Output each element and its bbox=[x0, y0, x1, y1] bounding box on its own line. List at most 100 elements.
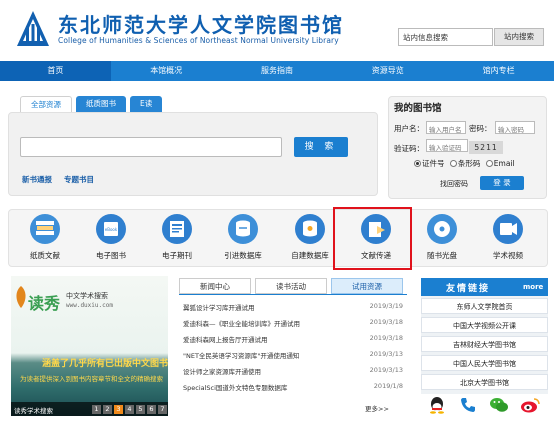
database-build-icon bbox=[295, 214, 325, 244]
library-logo-icon[interactable] bbox=[16, 10, 50, 48]
tab-trial-resources[interactable]: 试用资源 bbox=[331, 278, 403, 294]
banner-caption: 读秀学术搜索 bbox=[14, 407, 53, 415]
news-title[interactable]: 爱迪科森网上报告厅开通试用 bbox=[183, 334, 268, 347]
captcha-image[interactable]: 5211 bbox=[469, 141, 503, 154]
news-title[interactable]: SpecialSci国道外文特色专题数据库 bbox=[183, 382, 287, 395]
journal-icon bbox=[162, 214, 192, 244]
nav-guide[interactable]: 服务指南 bbox=[222, 61, 333, 81]
service-cd[interactable]: 随书光盘 bbox=[412, 214, 472, 261]
tab-e-read[interactable]: E读 bbox=[130, 96, 163, 112]
service-label: 自建数据库 bbox=[291, 251, 329, 260]
ebook-icon: eBook bbox=[96, 214, 126, 244]
service-label: 学术视频 bbox=[493, 251, 523, 260]
news-item[interactable]: 爱迪科森网上报告厅开通试用 2019/3/18 bbox=[183, 334, 403, 347]
news-date: 2019/1/8 bbox=[373, 382, 403, 390]
service-journal[interactable]: 电子期刊 bbox=[147, 214, 207, 261]
news-item[interactable]: 设计师之家资源库开通使用 2019/3/13 bbox=[183, 366, 403, 379]
radio-id-card-label: 证件号 bbox=[422, 159, 445, 168]
captcha-label: 验证码： bbox=[394, 144, 424, 153]
service-label: 随书光盘 bbox=[427, 251, 457, 260]
qq-icon[interactable] bbox=[426, 394, 448, 416]
cd-icon bbox=[427, 214, 457, 244]
password-label: 密码： bbox=[469, 124, 492, 133]
pager-dot[interactable]: 5 bbox=[136, 405, 145, 414]
friend-link[interactable]: 中国大学视频公开课 bbox=[421, 317, 548, 333]
banner-leaf-icon bbox=[16, 286, 26, 308]
nav-resources[interactable]: 资源导览 bbox=[332, 61, 443, 81]
tab-print-books[interactable]: 纸质图书 bbox=[76, 96, 126, 112]
banner-description: 为读者提供深入到图书内容章节和全文的精确搜索 bbox=[20, 375, 163, 383]
service-book-stack[interactable]: 纸质文献 bbox=[15, 214, 75, 261]
new-books-link[interactable]: 新书通报 bbox=[22, 174, 52, 185]
service-ebook[interactable]: eBook 电子图书 bbox=[81, 214, 141, 261]
username-field[interactable]: 输入用户名 bbox=[426, 121, 466, 134]
radio-id-card[interactable] bbox=[414, 160, 421, 167]
book-stack-icon bbox=[30, 214, 60, 244]
username-label: 用户名： bbox=[394, 124, 424, 133]
friend-link[interactable]: 东师人文学院首页 bbox=[421, 298, 548, 314]
banner-brand: 读秀 bbox=[28, 294, 61, 313]
phone-icon[interactable] bbox=[457, 394, 479, 416]
pager-dot[interactable]: 6 bbox=[147, 405, 156, 414]
news-item[interactable]: SpecialSci国道外文特色专题数据库 2019/1/8 bbox=[183, 382, 403, 395]
friend-links-more[interactable]: more bbox=[523, 283, 543, 291]
news-divider bbox=[179, 294, 407, 295]
search-button[interactable]: 搜 索 bbox=[294, 137, 348, 157]
svg-text:eBook: eBook bbox=[105, 227, 118, 232]
site-search-input[interactable]: 站内信息搜索 bbox=[398, 28, 493, 46]
news-date: 2019/3/18 bbox=[369, 334, 403, 342]
pager-dot[interactable]: 1 bbox=[92, 405, 101, 414]
news-item[interactable]: 翼狐设计学习库开通试用 2019/3/19 bbox=[183, 302, 403, 315]
news-title[interactable]: 翼狐设计学习库开通试用 bbox=[183, 302, 255, 315]
password-field[interactable]: 输入密码 bbox=[495, 121, 535, 134]
news-date: 2019/3/19 bbox=[369, 302, 403, 310]
news-more-link[interactable]: 更多>> bbox=[365, 403, 389, 413]
service-database-import[interactable]: 引进数据库 bbox=[213, 214, 273, 261]
pager-dot[interactable]: 7 bbox=[158, 405, 167, 414]
news-title[interactable]: "NET全民英语学习资源库"开通使用通知 bbox=[183, 350, 299, 363]
service-database-build[interactable]: 自建数据库 bbox=[280, 214, 340, 261]
nav-columns[interactable]: 馆内专栏 bbox=[443, 61, 554, 81]
highlight-box bbox=[333, 207, 412, 270]
banner-headline: 涵盖了几乎所有已出版中文图书 bbox=[42, 359, 169, 369]
video-icon bbox=[493, 214, 523, 244]
news-title[interactable]: 设计师之家资源库开通使用 bbox=[183, 366, 261, 379]
pager-dot[interactable]: 3 bbox=[114, 405, 123, 414]
main-nav: 首页 本馆概况 服务指南 资源导览 馆内专栏 bbox=[0, 61, 554, 81]
service-label: 纸质文献 bbox=[30, 251, 60, 260]
friend-link[interactable]: 吉林财经大学图书馆 bbox=[421, 336, 548, 352]
radio-email[interactable] bbox=[485, 160, 493, 167]
banner-subtitle: 中文学术搜索 bbox=[66, 292, 108, 300]
service-label: 电子图书 bbox=[96, 251, 126, 260]
captcha-field[interactable]: 输入验证码 bbox=[426, 139, 468, 152]
topic-bibliography-link[interactable]: 专题书目 bbox=[64, 174, 94, 185]
news-date: 2019/3/13 bbox=[369, 366, 403, 374]
login-button[interactable]: 登 录 bbox=[480, 176, 524, 190]
pager-dot[interactable]: 4 bbox=[125, 405, 134, 414]
news-date: 2019/3/18 bbox=[369, 318, 403, 326]
tab-news-center[interactable]: 新闻中心 bbox=[179, 278, 251, 294]
radio-barcode[interactable] bbox=[449, 160, 457, 167]
news-item[interactable]: "NET全民英语学习资源库"开通使用通知 2019/3/13 bbox=[183, 350, 403, 363]
library-title-cn: 东北师范大学人文学院图书馆 bbox=[58, 13, 344, 37]
friend-link[interactable]: 中国人民大学图书馆 bbox=[421, 355, 548, 371]
service-label: 电子期刊 bbox=[162, 251, 192, 260]
database-import-icon bbox=[228, 214, 258, 244]
service-video[interactable]: 学术视频 bbox=[478, 214, 538, 261]
forgot-password-link[interactable]: 找回密码 bbox=[440, 179, 468, 189]
friend-link[interactable]: 北京大学图书馆 bbox=[421, 374, 548, 390]
my-library-title: 我的图书馆 bbox=[394, 103, 442, 114]
nav-home[interactable]: 首页 bbox=[0, 61, 111, 81]
tab-reading-activities[interactable]: 读书活动 bbox=[255, 278, 327, 294]
site-search-button[interactable]: 站内搜索 bbox=[494, 28, 544, 46]
news-item[interactable]: 爱迪科森—《职业全能培训库》开通试用 2019/3/18 bbox=[183, 318, 403, 331]
wechat-icon[interactable] bbox=[488, 394, 510, 416]
nav-about[interactable]: 本馆概况 bbox=[111, 61, 222, 81]
tab-all-resources[interactable]: 全部资源 bbox=[20, 96, 72, 112]
radio-barcode-label: 条形码 bbox=[457, 159, 481, 168]
pager-dot[interactable]: 2 bbox=[103, 405, 112, 414]
banner-url: www.duxiu.com bbox=[66, 302, 113, 309]
search-input[interactable] bbox=[20, 137, 282, 157]
weibo-icon[interactable] bbox=[519, 394, 541, 416]
news-title[interactable]: 爱迪科森—《职业全能培训库》开通试用 bbox=[183, 318, 300, 331]
